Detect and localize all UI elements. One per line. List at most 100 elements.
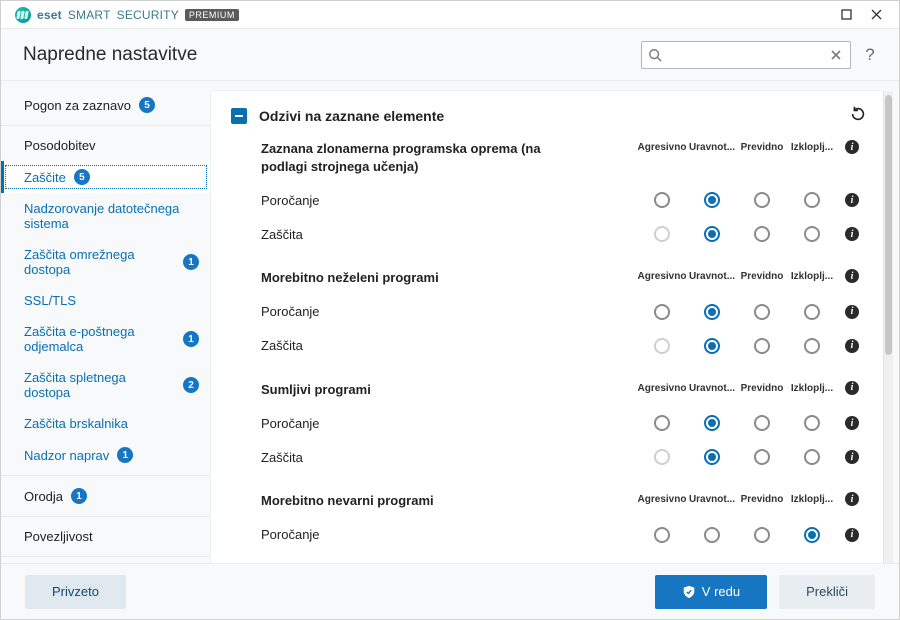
sidebar-item-label: Orodja bbox=[24, 489, 63, 504]
window-maximize-button[interactable] bbox=[831, 4, 861, 26]
ok-button[interactable]: V redu bbox=[655, 575, 767, 609]
radio-option-1[interactable] bbox=[704, 338, 720, 354]
sidebar-item-4[interactable]: Zaščita omrežnega dostopa1 bbox=[1, 239, 211, 285]
sidebar-item-6[interactable]: Zaščita e-poštnega odjemalca1 bbox=[1, 316, 211, 362]
radio-group bbox=[637, 338, 837, 354]
radio-option-2[interactable] bbox=[754, 527, 770, 543]
column-header-1: Uravnot... bbox=[687, 381, 737, 394]
radio-cell bbox=[637, 226, 687, 242]
group-info[interactable]: i bbox=[837, 269, 867, 283]
sidebar-item-2[interactable]: Zaščite5 bbox=[1, 161, 211, 193]
radio-option-0[interactable] bbox=[654, 415, 670, 431]
column-header-1: Uravnot... bbox=[687, 269, 737, 282]
sidebar-item-count-badge: 1 bbox=[71, 488, 87, 504]
radio-cell bbox=[687, 304, 737, 320]
sidebar-item-0[interactable]: Pogon za zaznavo5 bbox=[1, 89, 211, 121]
row-info[interactable]: i bbox=[837, 339, 867, 353]
sidebar-item-10[interactable]: Orodja 1 bbox=[1, 480, 211, 512]
sidebar-item-label: SSL/TLS bbox=[24, 293, 76, 308]
content-wrap: Odzivi na zaznane elemente Zaznana zlona… bbox=[211, 81, 899, 563]
brand-product-1: SMART bbox=[68, 8, 111, 22]
radio-cell bbox=[737, 527, 787, 543]
sidebar-item-7[interactable]: Zaščita spletnega dostopa2 bbox=[1, 362, 211, 408]
radio-option-2[interactable] bbox=[754, 192, 770, 208]
settings-row-0: Poročanjei bbox=[261, 183, 867, 217]
scrollbar-thumb[interactable] bbox=[885, 95, 892, 355]
radio-group bbox=[637, 527, 837, 543]
radio-option-1[interactable] bbox=[704, 226, 720, 242]
row-info[interactable]: i bbox=[837, 227, 867, 241]
sidebar-item-5[interactable]: SSL/TLS bbox=[1, 285, 211, 316]
radio-option-3[interactable] bbox=[804, 415, 820, 431]
radio-option-0[interactable] bbox=[654, 304, 670, 320]
radio-option-2[interactable] bbox=[754, 338, 770, 354]
group-info[interactable]: i bbox=[837, 492, 867, 506]
row-label: Poročanje bbox=[261, 304, 561, 319]
radio-option-3[interactable] bbox=[804, 527, 820, 543]
sidebar-item-label: Zaščita spletnega dostopa bbox=[24, 370, 175, 400]
cancel-button[interactable]: Prekliči bbox=[779, 575, 875, 609]
help-button[interactable]: ? bbox=[857, 45, 883, 65]
undo-button[interactable] bbox=[849, 105, 867, 126]
radio-option-3[interactable] bbox=[804, 449, 820, 465]
radio-option-3[interactable] bbox=[804, 304, 820, 320]
settings-group-1: Morebitno neželeni programiAgresivnoUrav… bbox=[261, 269, 867, 363]
radio-option-1[interactable] bbox=[704, 192, 720, 208]
app-logo: eset SMART SECURITY PREMIUM bbox=[15, 7, 239, 23]
row-info[interactable]: i bbox=[837, 416, 867, 430]
shield-check-icon bbox=[682, 585, 696, 599]
radio-option-2[interactable] bbox=[754, 415, 770, 431]
radio-option-1[interactable] bbox=[704, 304, 720, 320]
radio-option-1[interactable] bbox=[704, 415, 720, 431]
radio-option-1[interactable] bbox=[704, 449, 720, 465]
radio-cell bbox=[687, 527, 737, 543]
radio-option-1[interactable] bbox=[704, 527, 720, 543]
column-header-2: Previdno bbox=[737, 381, 787, 394]
collapse-toggle[interactable] bbox=[231, 108, 247, 124]
info-icon: i bbox=[845, 450, 859, 464]
eset-logo-icon bbox=[15, 7, 31, 23]
radio-cell bbox=[637, 304, 687, 320]
radio-option-2[interactable] bbox=[754, 226, 770, 242]
window-close-button[interactable] bbox=[861, 4, 891, 26]
search-input[interactable] bbox=[668, 48, 826, 62]
group-info[interactable]: i bbox=[837, 381, 867, 395]
search-box[interactable] bbox=[641, 41, 851, 69]
body: Pogon za zaznavo5PosodobitevZaščite5Nadz… bbox=[1, 81, 899, 563]
radio-cell bbox=[687, 338, 737, 354]
search-clear-button[interactable] bbox=[826, 45, 846, 65]
radio-cell bbox=[737, 449, 787, 465]
radio-cell bbox=[787, 226, 837, 242]
sidebar-item-label: Pogon za zaznavo bbox=[24, 98, 131, 113]
row-info[interactable]: i bbox=[837, 450, 867, 464]
row-info[interactable]: i bbox=[837, 528, 867, 542]
sidebar-item-8[interactable]: Zaščita brskalnika bbox=[1, 408, 211, 439]
radio-option-3[interactable] bbox=[804, 192, 820, 208]
info-icon: i bbox=[845, 381, 859, 395]
radio-option-0[interactable] bbox=[654, 527, 670, 543]
row-info[interactable]: i bbox=[837, 193, 867, 207]
radio-option-0[interactable] bbox=[654, 192, 670, 208]
row-info[interactable]: i bbox=[837, 305, 867, 319]
info-icon: i bbox=[845, 269, 859, 283]
group-info[interactable]: i bbox=[837, 140, 867, 154]
info-icon: i bbox=[845, 305, 859, 319]
radio-option-2[interactable] bbox=[754, 304, 770, 320]
radio-option-2[interactable] bbox=[754, 449, 770, 465]
sidebar-item-9[interactable]: Nadzor naprav1 bbox=[1, 439, 211, 471]
sidebar-item-label: Nadzor naprav bbox=[24, 448, 109, 463]
default-button[interactable]: Privzeto bbox=[25, 575, 126, 609]
scrollbar[interactable] bbox=[883, 91, 893, 563]
sidebar-item-1[interactable]: Posodobitev bbox=[1, 130, 211, 161]
sidebar-item-label: Povezljivost bbox=[24, 529, 93, 544]
titlebar: eset SMART SECURITY PREMIUM bbox=[1, 1, 899, 29]
radio-option-3[interactable] bbox=[804, 338, 820, 354]
radio-cell bbox=[737, 304, 787, 320]
sidebar-item-3[interactable]: Nadzorovanje datotečnega sistema bbox=[1, 193, 211, 239]
sidebar-item-11[interactable]: Povezljivost bbox=[1, 521, 211, 552]
radio-option-3[interactable] bbox=[804, 226, 820, 242]
sidebar-item-label: Zaščita omrežnega dostopa bbox=[24, 247, 175, 277]
column-headers: AgresivnoUravnot...PrevidnoIzkloplj... bbox=[637, 381, 837, 394]
radio-group bbox=[637, 192, 837, 208]
radio-option-0 bbox=[654, 449, 670, 465]
